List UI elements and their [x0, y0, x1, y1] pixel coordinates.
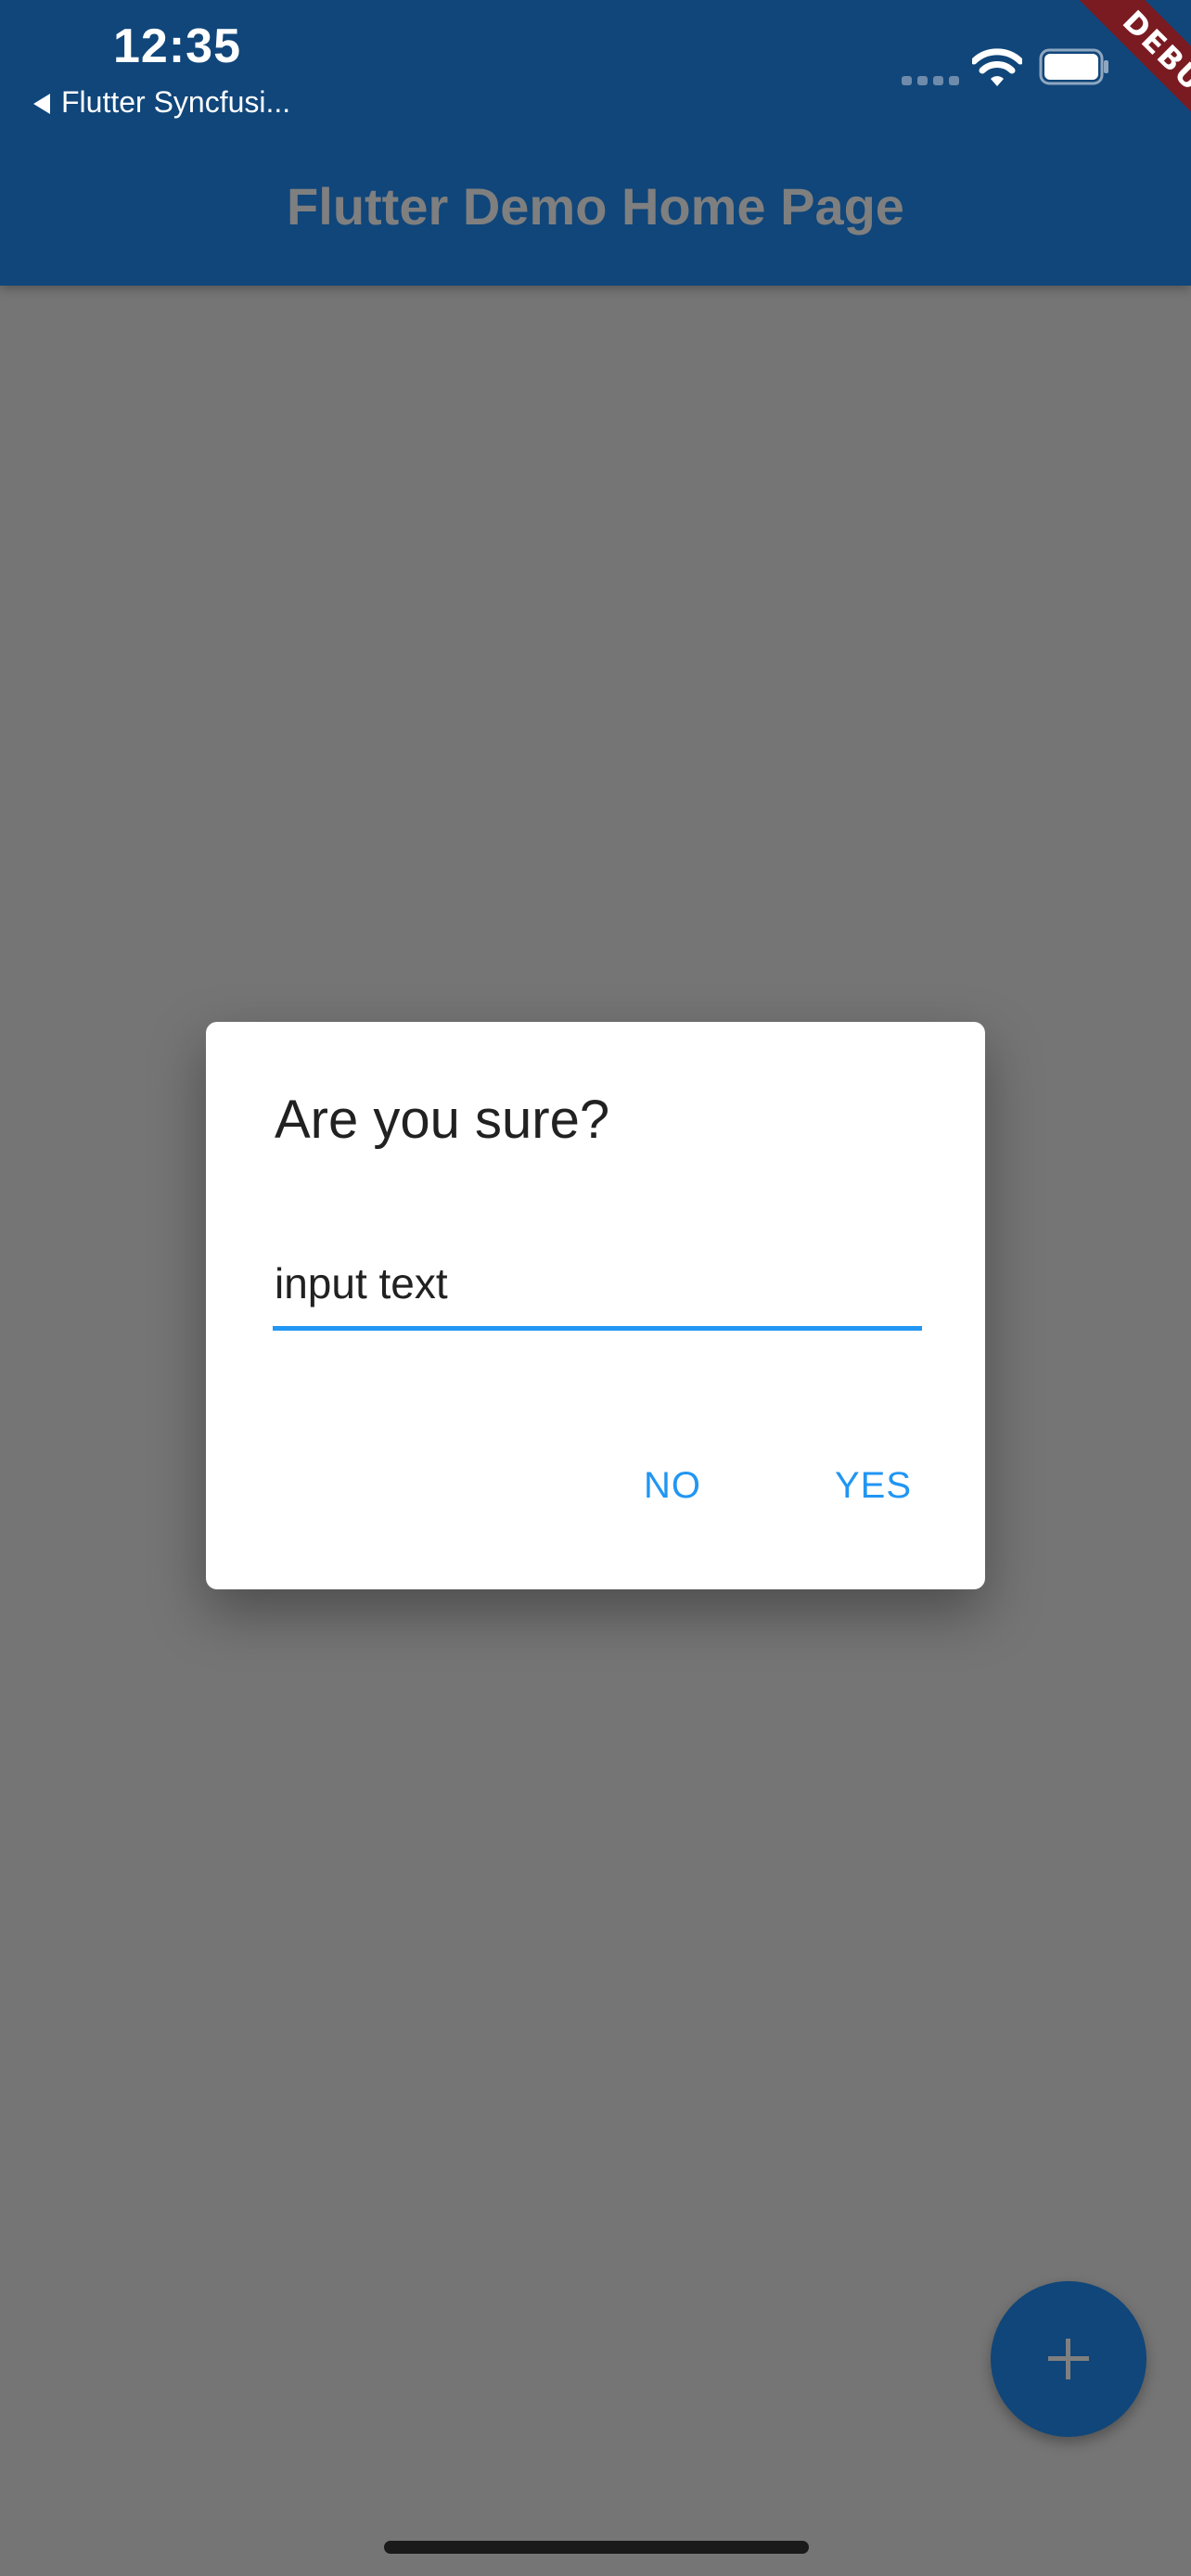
screen: 12:35 Flutter Syncfusi... Flutter Demo H…: [0, 0, 1191, 2576]
no-button[interactable]: NO: [629, 1458, 716, 1514]
debug-label: DEBUG: [1051, 0, 1191, 182]
back-app-label: Flutter Syncfusi...: [61, 85, 291, 119]
yes-button[interactable]: YES: [820, 1458, 927, 1514]
plus-icon: [1048, 2339, 1089, 2379]
status-time: 12:35: [113, 19, 241, 73]
dialog-text-input[interactable]: [273, 1241, 922, 1331]
back-triangle-icon: [33, 94, 50, 114]
dialog-title: Are you sure?: [275, 1090, 610, 1150]
signal-dots-icon: [902, 76, 959, 85]
debug-banner: DEBUG: [1005, 0, 1191, 185]
back-to-app-link[interactable]: Flutter Syncfusi...: [33, 85, 290, 120]
confirm-dialog: Are you sure? NO YES: [206, 1022, 985, 1589]
home-indicator[interactable]: [384, 2541, 809, 2554]
add-fab-button[interactable]: [991, 2281, 1146, 2437]
